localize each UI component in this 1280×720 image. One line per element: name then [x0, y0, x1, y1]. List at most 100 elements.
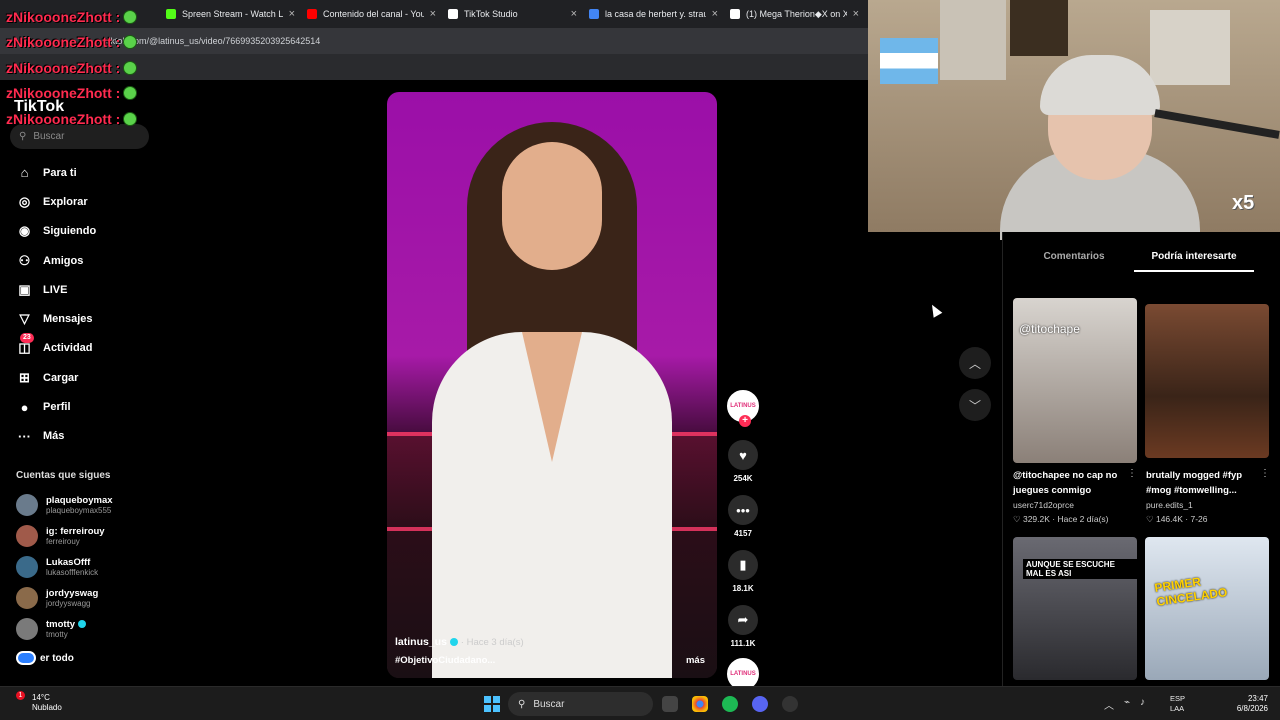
followed-account[interactable]: jordyyswag jordyyswagg	[16, 582, 113, 613]
video-card-info[interactable]: brutally mogged #fyp #mog #tomwelling...…	[1146, 468, 1270, 526]
see-all-button[interactable]: er todo	[16, 651, 74, 665]
weather-widget[interactable]: 1 14°C Nublado	[16, 691, 62, 713]
wall-poster	[1150, 10, 1230, 85]
video-player[interactable]: latinus_us · Hace 3 día(s) #ObjetivoCiud…	[387, 92, 717, 678]
followed-account[interactable]: tmotty tmotty	[16, 613, 113, 644]
share-icon: ➦	[737, 612, 749, 627]
discord-icon[interactable]	[752, 696, 768, 712]
network-icon[interactable]: ⌁	[1124, 697, 1130, 712]
close-icon[interactable]: ×	[571, 8, 577, 20]
avatar	[16, 555, 38, 578]
browser-tab[interactable]: Spreen Stream - Watch Li ×	[160, 0, 301, 28]
more-options-icon[interactable]: ⋮	[1260, 468, 1270, 479]
more-link[interactable]: más	[686, 655, 705, 666]
close-icon[interactable]: ×	[430, 8, 436, 20]
nav-item-upload[interactable]: ⊞ Cargar	[0, 363, 160, 392]
browser-tab[interactable]: la casa de herbert y. straus ×	[583, 0, 724, 28]
weather-temp: 14°C	[32, 693, 50, 702]
nav-item-messages[interactable]: ▽ Mensajes	[0, 304, 160, 333]
nav-item-live[interactable]: ▣ LIVE	[0, 275, 160, 304]
account-name: plaqueboymax	[46, 495, 113, 507]
account-name: jordyyswag	[46, 587, 99, 599]
followed-account[interactable]: ig: ferreirouy ferreirouy	[16, 521, 113, 552]
share-count: 111.1K	[730, 639, 756, 648]
video-thumbnail[interactable]: @titochape	[1013, 298, 1137, 463]
browser-tab[interactable]: Contenido del canal - You ×	[301, 0, 442, 28]
heart-icon: ♥	[739, 447, 747, 463]
video-time: · Hace 3 día(s)	[460, 637, 524, 648]
system-tray: ︿ ⌁ ♪	[1104, 697, 1145, 712]
tab-comments[interactable]: Comentarios	[1014, 248, 1134, 272]
emote-icon	[123, 9, 138, 24]
windows-taskbar: 1 14°C Nublado ⚲ Buscar ︿ ⌁ ♪ ESP LAA 23…	[0, 686, 1280, 720]
video-card-info[interactable]: @titochapee no cap no juegues conmigo us…	[1013, 468, 1137, 526]
search-icon: ⚲	[518, 698, 526, 710]
browser-tab[interactable]: (1) Mega Therion◆X on X ×	[724, 0, 865, 28]
start-button[interactable]	[484, 696, 500, 712]
author-avatar[interactable]: LATINUS +	[727, 390, 759, 427]
close-icon[interactable]: ×	[712, 8, 718, 20]
profile-icon: ●	[20, 399, 29, 415]
video-thumbnail[interactable]: PRIMER CINCELADO	[1145, 537, 1269, 680]
video-thumbnail[interactable]: AUNQUE SE ESCUCHE MAL ES ASI	[1013, 537, 1137, 680]
video-author[interactable]: latinus_us	[395, 636, 447, 648]
like-button[interactable]: ♥	[728, 440, 758, 470]
video-thumbnail[interactable]	[1145, 304, 1269, 458]
lang-code: ESP	[1170, 694, 1186, 703]
more-options-icon[interactable]: ⋮	[1127, 468, 1137, 479]
clock-time: 23:47	[1247, 694, 1268, 703]
followed-account[interactable]: plaqueboymax plaqueboymax555	[16, 490, 113, 521]
prev-video-button[interactable]: ︿	[959, 347, 991, 379]
spotify-icon[interactable]	[722, 696, 738, 712]
tab-recommended[interactable]: Podría interesarte	[1134, 248, 1254, 272]
account-handle: plaqueboymax555	[46, 506, 112, 516]
nav-item-friends[interactable]: ⚇ Amigos	[0, 246, 160, 275]
nav-label: Para ti	[43, 166, 77, 179]
live-icon: ▣	[18, 281, 31, 297]
nav-item-following[interactable]: ◉ Siguiendo	[0, 217, 160, 246]
language-indicator[interactable]: ESP LAA	[1170, 694, 1185, 714]
search-icon: ⚲	[19, 131, 27, 142]
thumbnail-overlay: AUNQUE SE ESCUCHE MAL ES ASI	[1023, 559, 1137, 579]
avatar	[16, 617, 38, 640]
activity-badge: 23	[20, 332, 34, 343]
save-button[interactable]: ▮	[728, 550, 758, 580]
chat-username: zNikoooneZhott :	[6, 85, 121, 102]
clock[interactable]: 23:47 6/8/2026	[1230, 694, 1268, 714]
chevron-up-icon[interactable]: ︿	[1104, 697, 1114, 712]
verified-icon	[77, 620, 86, 629]
thumbnail-overlay: @titochape	[1019, 322, 1080, 336]
close-icon[interactable]: ×	[853, 8, 859, 20]
nav-label: Amigos	[43, 254, 84, 267]
comment-button[interactable]: •••	[728, 495, 758, 525]
nav-item-activity[interactable]: ◫ 23 Actividad	[0, 332, 160, 363]
thumbnail-overlay: PRIMER CINCELADO	[1153, 574, 1229, 609]
wall-poster	[1010, 0, 1068, 56]
mic-icon[interactable]: ♪	[1140, 697, 1145, 712]
avatar	[16, 494, 38, 517]
chat-message: zNikoooneZhott :	[6, 30, 138, 56]
next-video-button[interactable]: ﹀	[959, 389, 991, 421]
account-handle: ferreirouy	[46, 537, 80, 547]
emote-icon	[123, 60, 138, 75]
avatar	[16, 525, 38, 548]
nav-item-profile[interactable]: ● Perfil	[0, 392, 160, 421]
nav-item-compass[interactable]: ◎ Explorar	[0, 187, 160, 216]
card-user[interactable]: pure.edits_1	[1146, 498, 1270, 512]
follow-plus-icon[interactable]: +	[739, 415, 751, 427]
taskbar-search[interactable]: ⚲ Buscar	[508, 692, 653, 716]
followed-account[interactable]: LukasOfff lukasofffenkick	[16, 552, 113, 583]
chrome-icon[interactable]	[692, 696, 708, 712]
card-title: brutally mogged #fyp #mog #tomwelling...	[1146, 470, 1243, 496]
nav-item-home[interactable]: ⌂ Para ti	[0, 158, 160, 187]
share-button[interactable]: ➦	[728, 605, 758, 635]
card-user[interactable]: userc71d2oprce	[1013, 498, 1137, 512]
video-hashtag[interactable]: #ObjetivoCiudadano...	[395, 655, 495, 666]
file-explorer-icon[interactable]	[662, 696, 678, 712]
nav-item-more[interactable]: ··· Más	[0, 422, 160, 451]
nav-label: Perfil	[43, 401, 71, 414]
friends-icon: ⚇	[18, 252, 31, 268]
obs-icon[interactable]	[782, 696, 798, 712]
browser-tab[interactable]: TikTok Studio ×	[442, 0, 583, 28]
close-icon[interactable]: ×	[289, 8, 295, 20]
